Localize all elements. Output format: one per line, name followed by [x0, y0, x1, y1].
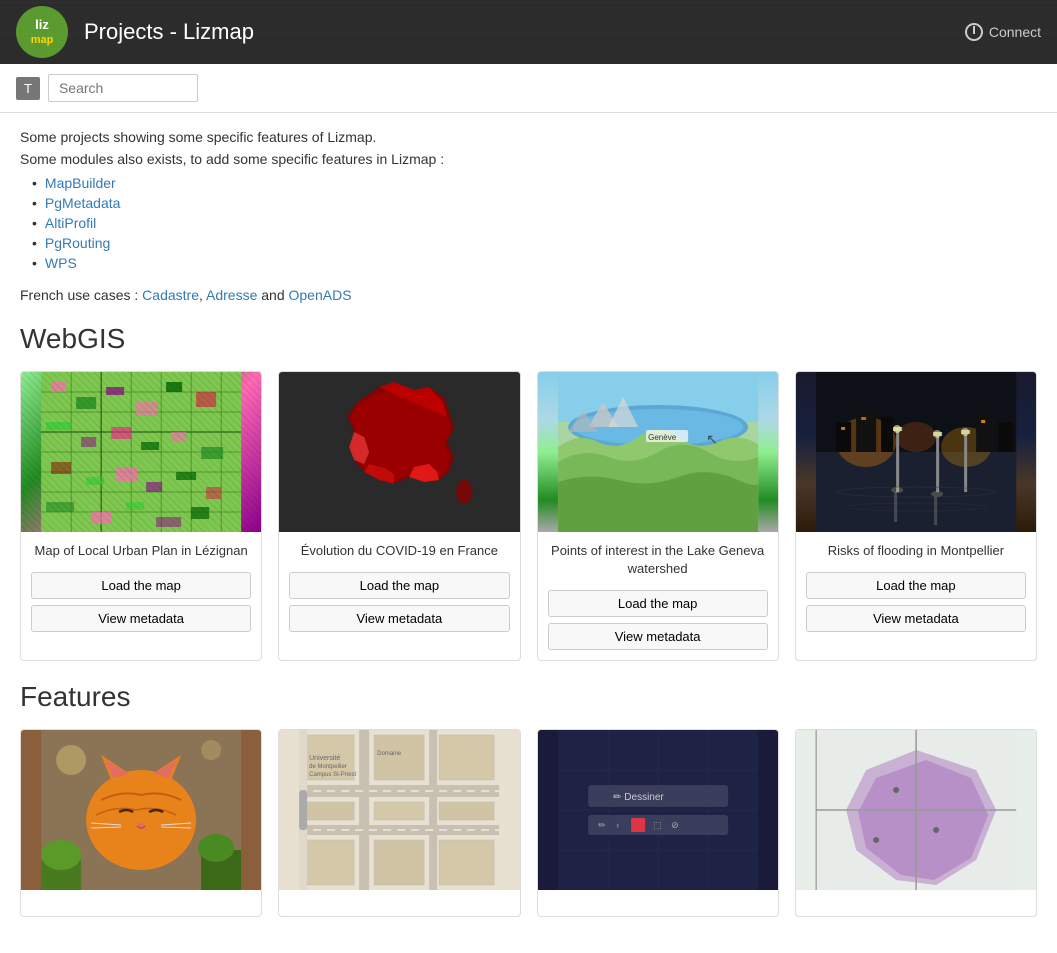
card-body-lezignan: Map of Local Urban Plan in Lézignan Load…: [21, 532, 261, 660]
list-item: AltiProfil: [32, 215, 1037, 231]
link-cadastre[interactable]: Cadastre: [142, 287, 199, 303]
map-image-lezignan: [21, 372, 261, 532]
map-image-street: Université de Montpellier Campus St-Prie…: [279, 730, 519, 890]
connect-button[interactable]: Connect: [965, 23, 1041, 41]
svg-text:⬚: ⬚: [653, 820, 662, 830]
card-body-cat: [21, 890, 261, 916]
list-item: PgMetadata: [32, 195, 1037, 211]
intro-line2: Some modules also exists, to add some sp…: [20, 151, 1037, 167]
module-wps[interactable]: WPS: [45, 255, 77, 271]
map-image-drawing: ✏ Dessiner ✏ › ⬚ ⊘: [538, 730, 778, 890]
map-image-purple: [796, 730, 1036, 890]
card-title-geneva: Points of interest in the Lake Geneva wa…: [548, 542, 768, 578]
card-body-drawing: [538, 890, 778, 916]
list-item: MapBuilder: [32, 175, 1037, 191]
module-pgrouting[interactable]: PgRouting: [45, 235, 110, 251]
main-content: Some projects showing some specific feat…: [0, 113, 1057, 953]
svg-text:✏ Dessiner: ✏ Dessiner: [613, 792, 664, 803]
connect-label: Connect: [989, 24, 1041, 40]
link-adresse[interactable]: Adresse: [206, 287, 257, 303]
svg-text:›: ›: [616, 820, 619, 830]
header: lizmap Projects - Lizmap Connect: [0, 0, 1057, 64]
logo-text: lizmap: [31, 18, 54, 47]
link-openads[interactable]: OpenADS: [289, 287, 352, 303]
features-section-title: Features: [20, 681, 1037, 713]
webgis-cards-grid: Map of Local Urban Plan in Lézignan Load…: [20, 371, 1037, 661]
map-image-geneva: Genève ↖: [538, 372, 778, 532]
svg-text:⊘: ⊘: [671, 820, 679, 830]
list-item: WPS: [32, 255, 1037, 271]
search-bar-area: T: [0, 64, 1057, 113]
view-metadata-lezignan[interactable]: View metadata: [31, 605, 251, 632]
power-icon: [965, 23, 983, 41]
card-body-covid: Évolution du COVID-19 en France Load the…: [279, 532, 519, 660]
map-image-covid: [279, 372, 519, 532]
load-map-flooding[interactable]: Load the map: [806, 572, 1026, 599]
card-body-geneva: Points of interest in the Lake Geneva wa…: [538, 532, 778, 660]
features-cards-grid: Université de Montpellier Campus St-Prie…: [20, 729, 1037, 917]
svg-text:↖: ↖: [706, 431, 718, 447]
card-flooding: Risks of flooding in Montpellier Load th…: [795, 371, 1037, 661]
card-covid: Évolution du COVID-19 en France Load the…: [278, 371, 520, 661]
webgis-section-title: WebGIS: [20, 323, 1037, 355]
card-body-purple: [796, 890, 1036, 916]
modules-list: MapBuilder PgMetadata AltiProfil PgRouti…: [32, 175, 1037, 271]
svg-text:de Montpellier: de Montpellier: [309, 764, 347, 770]
intro-line1: Some projects showing some specific feat…: [20, 129, 1037, 145]
card-title-covid: Évolution du COVID-19 en France: [301, 542, 498, 560]
card-body-street: [279, 890, 519, 916]
view-metadata-covid[interactable]: View metadata: [289, 605, 509, 632]
logo[interactable]: lizmap: [16, 6, 68, 58]
map-image-flooding: [796, 372, 1036, 532]
view-metadata-geneva[interactable]: View metadata: [548, 623, 768, 650]
map-image-cat: [21, 730, 261, 890]
card-cat: [20, 729, 262, 917]
module-altiprofil[interactable]: AltiProfil: [45, 215, 96, 231]
svg-text:Université: Université: [309, 755, 340, 762]
card-geneva: Genève ↖ Points of interest in the Lake …: [537, 371, 779, 661]
card-body-flooding: Risks of flooding in Montpellier Load th…: [796, 532, 1036, 660]
list-item: PgRouting: [32, 235, 1037, 251]
svg-text:Campus St-Priest: Campus St-Priest: [309, 772, 356, 778]
svg-text:Genève: Genève: [648, 433, 677, 442]
card-street: Université de Montpellier Campus St-Prie…: [278, 729, 520, 917]
card-title-lezignan: Map of Local Urban Plan in Lézignan: [35, 542, 248, 560]
card-drawing: ✏ Dessiner ✏ › ⬚ ⊘: [537, 729, 779, 917]
search-t-button[interactable]: T: [16, 77, 40, 100]
svg-text:Domaine: Domaine: [377, 751, 402, 757]
page-title: Projects - Lizmap: [84, 19, 254, 45]
load-map-lezignan[interactable]: Load the map: [31, 572, 251, 599]
card-lezignan: Map of Local Urban Plan in Lézignan Load…: [20, 371, 262, 661]
view-metadata-flooding[interactable]: View metadata: [806, 605, 1026, 632]
module-pgmetadata[interactable]: PgMetadata: [45, 195, 121, 211]
svg-text:✏: ✏: [598, 820, 606, 830]
card-title-flooding: Risks of flooding in Montpellier: [828, 542, 1004, 560]
load-map-covid[interactable]: Load the map: [289, 572, 509, 599]
search-input[interactable]: [48, 74, 198, 102]
french-use-cases: French use cases : Cadastre, Adresse and…: [20, 287, 1037, 303]
load-map-geneva[interactable]: Load the map: [548, 590, 768, 617]
module-mapbuilder[interactable]: MapBuilder: [45, 175, 116, 191]
card-purple: [795, 729, 1037, 917]
